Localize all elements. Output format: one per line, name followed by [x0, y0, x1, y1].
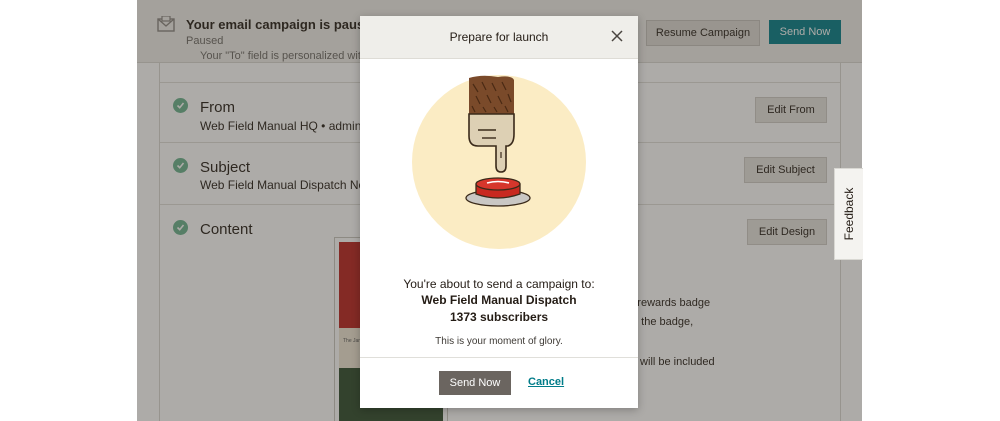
send-intro-text: You're about to send a campaign to: [403, 277, 595, 291]
tagline: This is your moment of glory. [435, 336, 563, 347]
finger-press-button-illustration [412, 75, 586, 249]
launch-modal: Prepare for launch You're about to send … [360, 16, 638, 408]
modal-divider [360, 357, 638, 358]
modal-title: Prepare for launch [449, 30, 549, 44]
modal-cancel-link[interactable]: Cancel [528, 376, 564, 388]
subscriber-count: 1373 subscribers [449, 310, 549, 324]
feedback-label: Feedback [842, 187, 856, 241]
campaign-name: Web Field Manual Dispatch [421, 293, 577, 307]
close-icon[interactable] [610, 29, 624, 43]
modal-header: Prepare for launch [360, 16, 638, 59]
feedback-tab[interactable]: Feedback [834, 168, 863, 260]
modal-send-now-button[interactable]: Send Now [439, 371, 511, 395]
